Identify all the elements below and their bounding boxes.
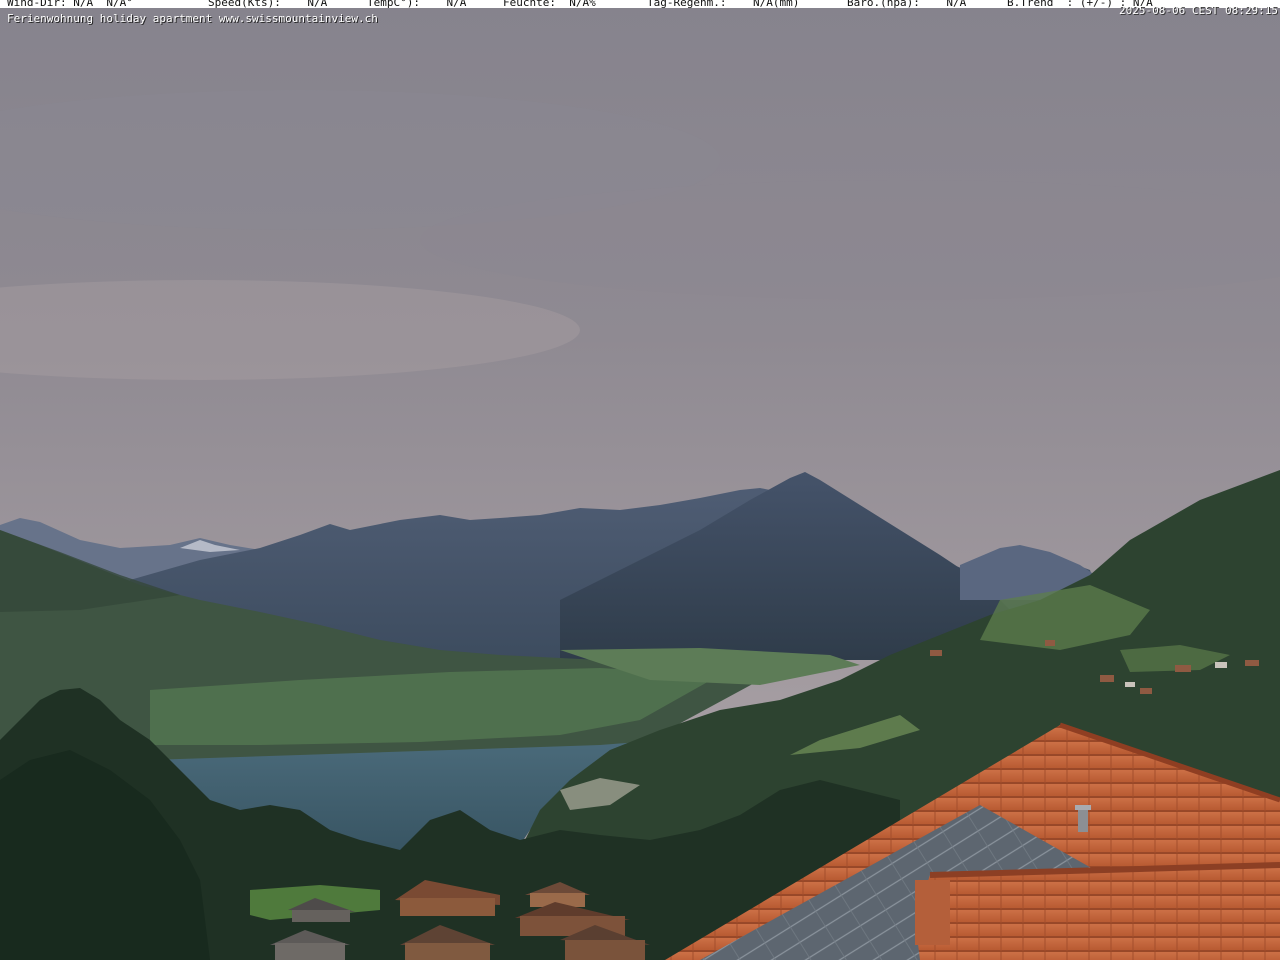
weather-info-line: Wind-Dir: N/A N/A° Speed(Kts): N/A TempC… [0,0,1280,9]
weather-info-bar: Wind-Dir: N/A N/A° Speed(Kts): N/A TempC… [0,0,1280,9]
capture-timestamp: 2025-08-06 CEST 08:29:15 [1119,4,1278,17]
temperature-reading: TempC°): N/A [367,0,467,9]
webcam-landscape-image [0,0,1280,960]
humidity-reading: Feuchte: N/A% [503,0,596,9]
rain-reading: Tag-Regenm.: N/A(mm) [647,0,800,9]
barometer-reading: Baro.(hpa): N/A [847,0,967,9]
wind-direction-reading: Wind-Dir: N/A N/A° [7,0,133,9]
webcam-frame: Wind-Dir: N/A N/A° Speed(Kts): N/A TempC… [0,0,1280,960]
wind-speed-reading: Speed(Kts): N/A [208,0,328,9]
webcam-caption: Ferienwohnung holiday apartment www.swis… [7,12,378,25]
